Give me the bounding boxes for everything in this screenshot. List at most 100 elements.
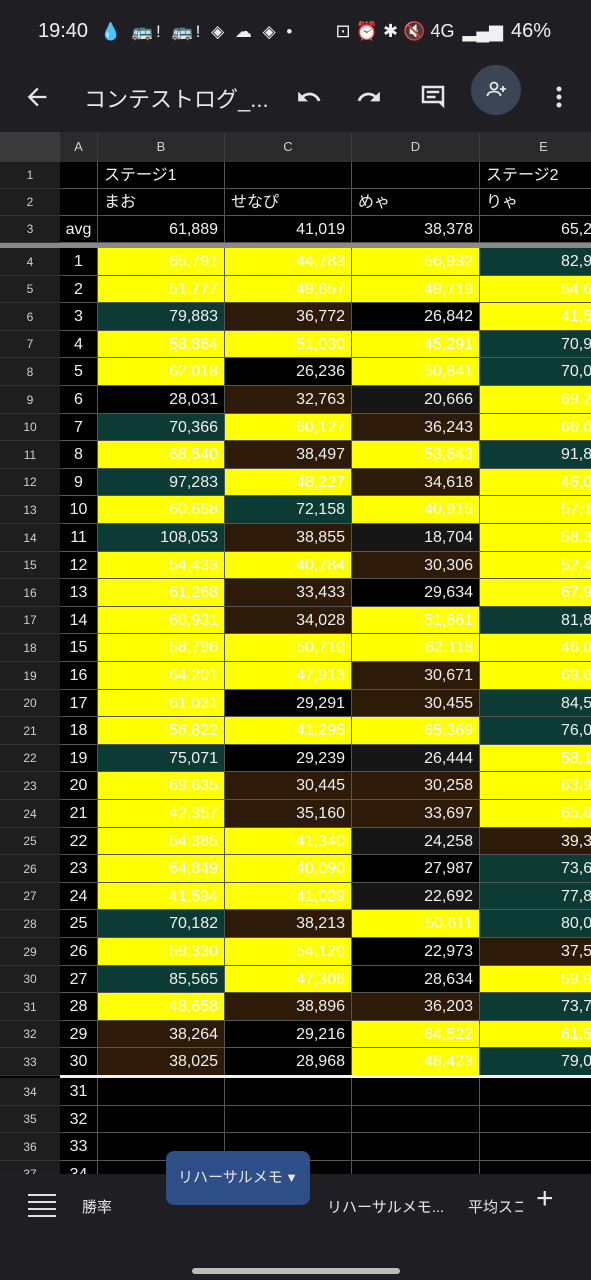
table-cell[interactable]: 65,791 [98,248,225,276]
column-header-c[interactable]: C [225,132,352,162]
table-cell[interactable]: 38,264 [98,1021,225,1048]
table-cell[interactable]: 51,661 [352,607,480,634]
table-cell[interactable]: 32,763 [225,386,352,414]
table-cell[interactable]: 28 [60,993,98,1021]
table-cell[interactable]: 61,55 [480,1021,591,1048]
table-cell[interactable]: 24,258 [352,828,480,855]
table-cell[interactable]: 22,692 [352,883,480,910]
table-cell[interactable]: 3 [60,303,98,331]
table-cell[interactable]: 70,366 [98,414,225,441]
table-cell[interactable]: 30,455 [352,690,480,717]
row-number[interactable]: 18 [0,634,60,662]
row-number[interactable]: 5 [0,276,60,303]
table-cell[interactable]: 61,268 [98,579,225,607]
table-cell[interactable]: 26,236 [225,358,352,386]
table-cell[interactable]: 54,66 [480,276,591,303]
row-number[interactable]: 25 [0,828,60,855]
table-cell[interactable]: 64,201 [98,662,225,690]
table-cell[interactable]: 108,053 [98,524,225,552]
table-cell[interactable]: 65,369 [352,717,480,745]
table-cell[interactable]: 35,160 [225,800,352,828]
table-cell[interactable]: 27,987 [352,855,480,883]
table-cell[interactable]: 69,27 [480,386,591,414]
column-header-b[interactable]: B [98,132,225,162]
table-cell[interactable] [98,1106,225,1133]
row-number[interactable]: 10 [0,414,60,441]
table-cell[interactable]: 54,433 [98,552,225,579]
row-number[interactable]: 13 [0,496,60,524]
table-cell[interactable]: 41,594 [98,883,225,910]
table-cell[interactable]: 31 [60,1078,98,1106]
table-cell[interactable]: 41,340 [225,828,352,855]
row-number[interactable]: 36 [0,1133,60,1161]
table-cell[interactable] [480,1161,591,1174]
table-cell[interactable]: 28,634 [352,966,480,993]
table-cell[interactable]: 38,213 [225,910,352,938]
table-cell[interactable] [225,1078,352,1106]
table-cell[interactable]: 46,01 [480,634,591,662]
table-cell[interactable]: 79,883 [98,303,225,331]
table-cell[interactable]: 25 [60,910,98,938]
table-cell[interactable]: 97,283 [98,469,225,496]
table-cell[interactable]: 29,216 [225,1021,352,1048]
table-cell[interactable]: 91,88 [480,441,591,469]
table-cell[interactable] [352,1133,480,1161]
table-cell[interactable]: 22 [60,828,98,855]
row-number[interactable]: 23 [0,772,60,800]
table-cell[interactable]: 76,02 [480,717,591,745]
table-cell[interactable]: 4 [60,331,98,358]
table-cell[interactable]: 62,118 [352,634,480,662]
table-cell[interactable]: 69,68 [480,662,591,690]
table-cell[interactable]: 41,019 [225,216,352,243]
table-cell[interactable] [480,1078,591,1106]
table-cell[interactable]: 5 [60,358,98,386]
tab-rehearsal-memo-2[interactable]: リハーサルメモ... [327,1190,447,1226]
table-cell[interactable]: 65,68 [480,800,591,828]
table-cell[interactable]: 82,96 [480,248,591,276]
document-title[interactable]: コンテストログ_... [84,82,269,114]
table-cell[interactable]: 39,30 [480,828,591,855]
table-cell[interactable]: 58,864 [98,331,225,358]
row-number[interactable]: 8 [0,358,60,386]
table-cell[interactable]: 62,018 [98,358,225,386]
table-cell[interactable]: 36,203 [352,993,480,1021]
row-number[interactable]: 12 [0,469,60,496]
table-cell[interactable]: 58,13 [480,745,591,772]
table-cell[interactable]: 47,913 [225,662,352,690]
table-cell[interactable]: 30,445 [225,772,352,800]
table-cell[interactable]: 77,89 [480,883,591,910]
table-cell[interactable]: 70,182 [98,910,225,938]
column-header-e[interactable]: E [480,132,591,162]
redo-icon[interactable] [346,74,392,120]
row-number[interactable]: 17 [0,607,60,634]
table-cell[interactable]: 11 [60,524,98,552]
table-cell[interactable]: 29 [60,1021,98,1048]
table-cell[interactable]: 67,97 [480,579,591,607]
table-cell[interactable]: 20 [60,772,98,800]
table-cell[interactable]: 33,433 [225,579,352,607]
table-cell[interactable]: 64,849 [98,855,225,883]
table-cell[interactable]: 34 [60,1161,98,1174]
row-number[interactable]: 7 [0,331,60,358]
table-cell[interactable]: 19 [60,745,98,772]
table-cell[interactable]: 33 [60,1133,98,1161]
row-number[interactable]: 31 [0,993,60,1021]
table-cell[interactable] [60,162,98,189]
table-cell[interactable]: 41,029 [225,883,352,910]
table-cell[interactable]: 32 [60,1106,98,1133]
table-cell[interactable]: 61,031 [98,690,225,717]
row-number[interactable]: 34 [0,1078,60,1106]
table-cell[interactable]: 85,565 [98,966,225,993]
table-cell[interactable]: 24 [60,883,98,910]
row-number[interactable]: 32 [0,1021,60,1048]
table-cell[interactable]: 34,618 [352,469,480,496]
row-number[interactable]: 29 [0,938,60,966]
tab-rehearsal-memo[interactable]: リハーサルメモ ▼ [166,1151,310,1205]
table-cell[interactable]: 18,704 [352,524,480,552]
row-number[interactable]: 37 [0,1161,60,1174]
add-sheet-icon[interactable]: + [536,1182,554,1216]
table-cell[interactable]: 18 [60,717,98,745]
table-cell[interactable] [225,162,352,189]
row-number[interactable]: 3 [0,216,60,243]
table-cell[interactable]: せなぴ [225,189,352,216]
